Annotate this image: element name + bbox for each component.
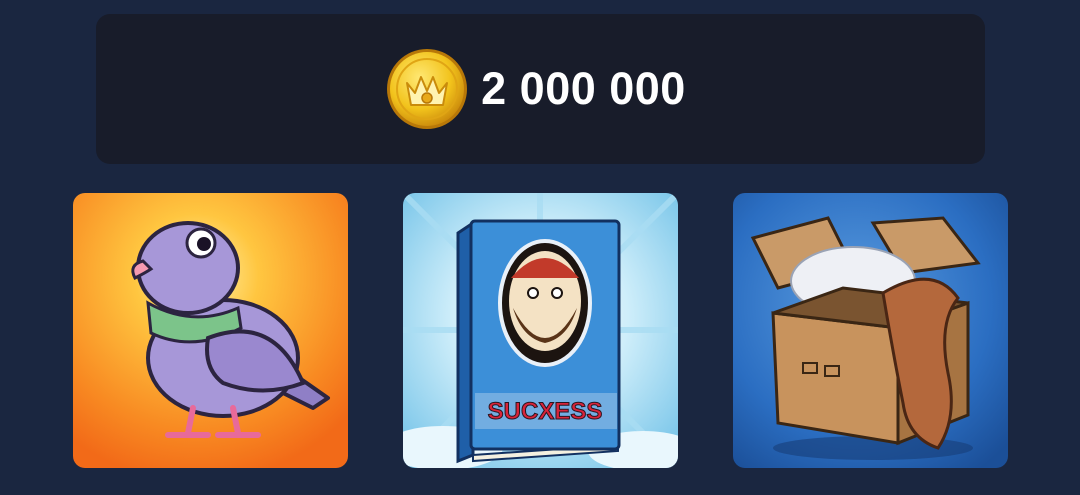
pigeon-card[interactable] xyxy=(73,193,348,468)
book-cover-text: SUCXESS xyxy=(488,398,603,425)
pigeon-icon xyxy=(73,193,348,468)
gold-coin-icon xyxy=(387,49,468,129)
cardboard-box-icon xyxy=(733,193,1008,468)
cardboard-box-card[interactable] xyxy=(733,193,1008,468)
book-icon: SUCXESS xyxy=(403,193,678,468)
book-card[interactable]: SUCXESS xyxy=(403,193,678,468)
balance-panel: 2 000 000 xyxy=(96,14,985,164)
balance-amount: 2 000 000 xyxy=(481,63,686,114)
